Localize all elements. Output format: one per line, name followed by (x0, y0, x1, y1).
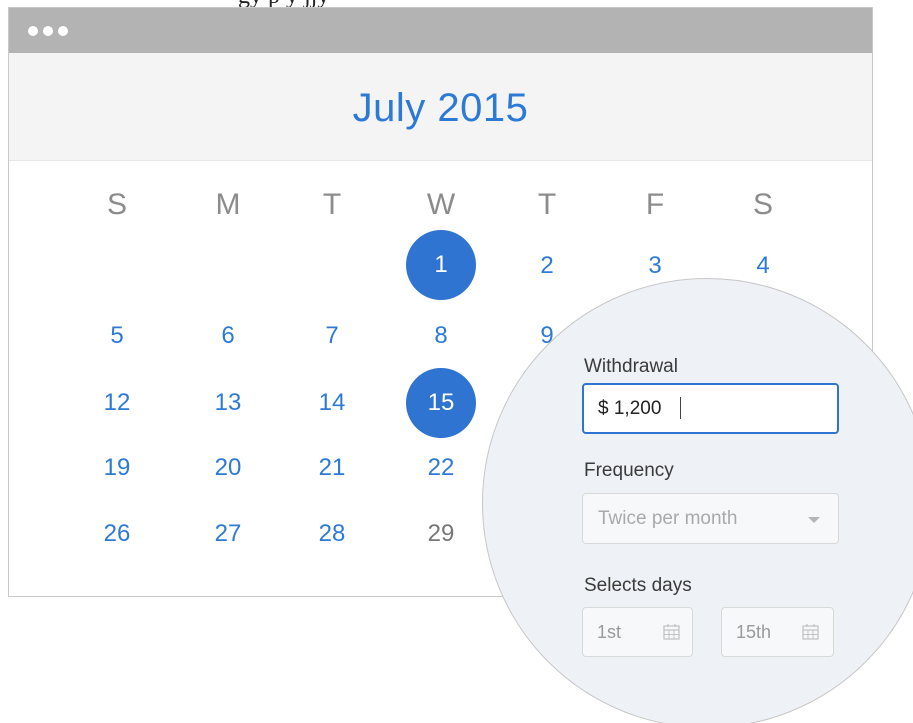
weekday-wednesday: W (426, 188, 456, 221)
calendar-day[interactable]: 5 (77, 319, 157, 353)
second-day-field[interactable]: 15th (721, 607, 834, 657)
calendar-day[interactable]: 22 (401, 451, 481, 485)
calendar-day[interactable]: 3 (615, 249, 695, 283)
calendar-day[interactable]: 14 (292, 386, 372, 420)
calendar-day[interactable]: 8 (401, 319, 481, 353)
calendar-day-selected[interactable]: 1 (406, 230, 476, 300)
calendar-day-selected[interactable]: 15 (406, 368, 476, 438)
calendar-icon (663, 624, 680, 640)
window-dot[interactable] (43, 26, 53, 36)
window-dot[interactable] (58, 26, 68, 36)
frequency-label: Frequency (584, 460, 674, 481)
calendar-day[interactable]: 7 (292, 319, 372, 353)
weekday-sunday: S (106, 188, 127, 221)
selects-days-label: Selects days (584, 575, 692, 596)
calendar-day[interactable]: 4 (723, 249, 803, 283)
weekday-friday: F (645, 188, 665, 221)
calendar-day[interactable]: 13 (188, 386, 268, 420)
calendar-day[interactable]: 29 (401, 517, 481, 551)
window-titlebar (9, 8, 872, 53)
first-day-value: 1st (597, 622, 622, 642)
withdrawal-label: Withdrawal (584, 356, 678, 377)
weekday-saturday: S (752, 188, 773, 221)
first-day-field[interactable]: 1st (582, 607, 693, 657)
calendar-day[interactable]: 2 (507, 249, 587, 283)
weekday-thursday: T (537, 188, 557, 221)
weekday-tuesday: T (322, 188, 342, 221)
window-dot[interactable] (28, 26, 38, 36)
frequency-value: Twice per month (598, 508, 738, 529)
calendar-day[interactable]: 21 (292, 451, 372, 485)
calendar-day[interactable]: 27 (188, 517, 268, 551)
frequency-select[interactable]: Twice per month (582, 493, 839, 544)
second-day-value: 15th (736, 622, 772, 642)
text-cursor (680, 397, 681, 419)
weekday-monday: M (215, 188, 241, 221)
calendar-day[interactable]: 12 (77, 386, 157, 420)
calendar-day[interactable]: 19 (77, 451, 157, 485)
month-title: July 2015 (352, 86, 529, 130)
magnifier-panel: Withdrawal Frequency Twice per month Sel… (482, 278, 913, 723)
withdrawal-input[interactable] (582, 383, 839, 434)
calendar-header: July 2015 (9, 53, 872, 161)
calendar-day[interactable]: 20 (188, 451, 268, 485)
stage: gy p y jjy July 2015 S M T W T F S 1 2 3… (0, 0, 913, 723)
chevron-down-icon (808, 517, 820, 523)
calendar-day[interactable]: 6 (188, 319, 268, 353)
calendar-icon (802, 624, 819, 640)
calendar-day[interactable]: 28 (292, 517, 372, 551)
calendar-day[interactable]: 26 (77, 517, 157, 551)
